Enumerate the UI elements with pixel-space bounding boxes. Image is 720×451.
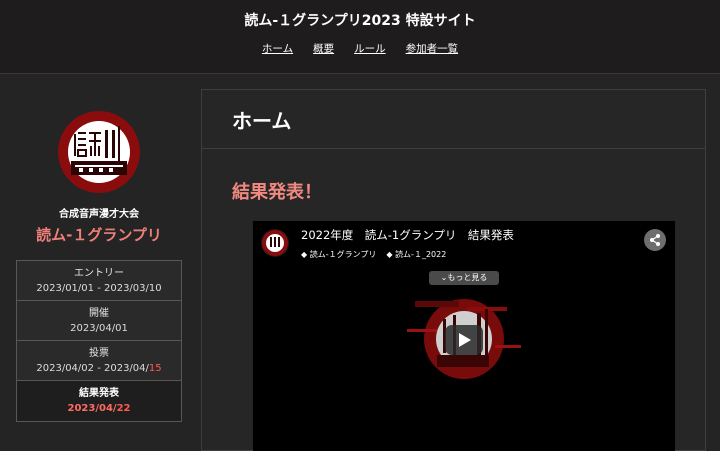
schedule-results-date: 2023/04/22 (17, 401, 181, 417)
schedule-results-date-highlight: 22 (116, 403, 131, 414)
site-header: 読ム-１グランプリ2023 特設サイト ホーム 概要 ルール 参加者一覧 (0, 0, 720, 74)
event-name: 読ム-１グランプリ (36, 226, 162, 244)
tag-icon: ◆ (301, 250, 310, 259)
play-icon-graphic (445, 325, 483, 355)
section-title: 結果発表！ (232, 182, 322, 203)
schedule-vote-date: 2023/04/02 - 2023/04/15 (17, 361, 181, 377)
video-tag[interactable]: ◆ 読ム-１グランプリ (301, 249, 376, 260)
organizer-label: 合成音声漫才大会 (59, 209, 139, 220)
logo-emblem-graphic (58, 111, 140, 193)
main-content: ホーム 結果発表！ 2022年度 読ム-1グランプリ 結果発表 ◆ 読ム-１グラ… (201, 89, 706, 451)
schedule-results-label: 結果発表 (79, 388, 119, 399)
channel-avatar-icon (262, 230, 288, 256)
logo-emblem (57, 110, 141, 194)
play-icon[interactable] (445, 325, 483, 355)
tag-icon: ◆ (386, 250, 396, 259)
channel-avatar[interactable] (261, 229, 289, 257)
schedule-event: 開催 2023/04/01 (17, 301, 181, 341)
page-title: ホーム (232, 109, 292, 133)
video-tag-label: 読ム-１_2022 (395, 250, 447, 259)
schedule-vote-label: 投票 (89, 348, 109, 359)
share-icon[interactable] (644, 229, 666, 251)
schedule-event-label: 開催 (89, 308, 109, 319)
schedule-vote-date-highlight: 15 (148, 363, 162, 374)
schedule-entry-label: エントリー (74, 268, 124, 279)
schedule-results-date-prefix: 2023/04/ (67, 403, 117, 414)
site-title: 読ム-１グランプリ2023 特設サイト (244, 13, 476, 29)
nav-overview[interactable]: 概要 (313, 41, 334, 56)
nav-participants[interactable]: 参加者一覧 (406, 41, 459, 56)
schedule-vote: 投票 2023/04/02 - 2023/04/15 (17, 341, 181, 381)
main-header: ホーム (202, 90, 705, 149)
schedule-results: 結果発表 2023/04/22 (17, 381, 181, 421)
nav-home[interactable]: ホーム (262, 41, 293, 56)
video-title[interactable]: 2022年度 読ム-1グランプリ 結果発表 (301, 227, 514, 243)
schedule-list: エントリー 2023/01/01 - 2023/03/10 開催 2023/04… (16, 260, 182, 422)
schedule-entry: エントリー 2023/01/01 - 2023/03/10 (17, 261, 181, 301)
schedule-event-date: 2023/04/01 (70, 323, 128, 334)
schedule-entry-date: 2023/01/01 - 2023/03/10 (36, 283, 162, 294)
share-icon-graphic (650, 234, 660, 246)
video-tag-label: 読ム-１グランプリ (309, 250, 377, 259)
schedule-vote-date-prefix: 2023/04/02 - 2023/04/ (36, 363, 149, 374)
video-player[interactable]: 2022年度 読ム-1グランプリ 結果発表 ◆ 読ム-１グランプリ ◆ 読ム-１… (253, 221, 675, 451)
main-nav: ホーム 概要 ルール 参加者一覧 (0, 41, 720, 56)
video-tag[interactable]: ◆ 読ム-１_2022 (386, 249, 446, 260)
nav-rules[interactable]: ルール (354, 41, 386, 56)
show-more-button[interactable]: ⌄もっと見る (429, 271, 499, 285)
video-tags: ◆ 読ム-１グランプリ ◆ 読ム-１_2022 (301, 249, 446, 260)
